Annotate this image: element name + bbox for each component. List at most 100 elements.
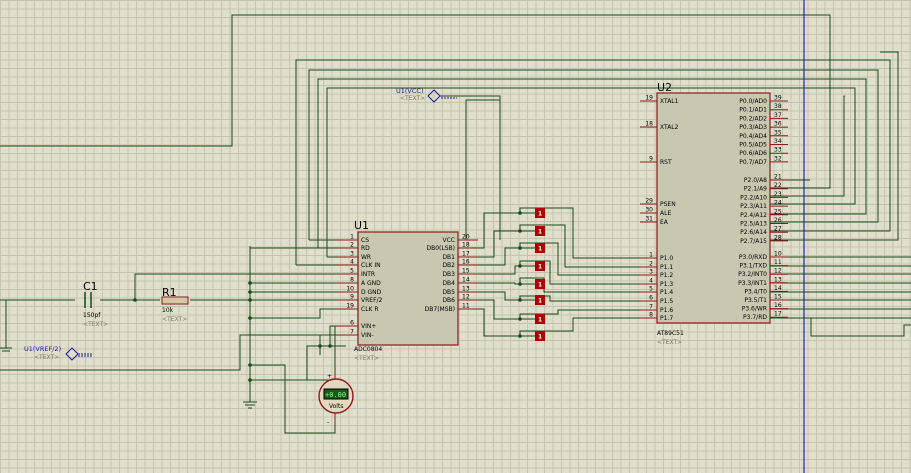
- vref-text: <TEXT>: [34, 354, 59, 361]
- u2-pin-name: P2.5/A13: [740, 221, 767, 228]
- u1-pin-number: 1: [350, 234, 354, 241]
- voltmeter-icon[interactable]: +0.00 Volts + -: [318, 371, 354, 426]
- u2-pin-number: 14: [774, 285, 782, 292]
- logic-probe-state: 1: [538, 246, 542, 253]
- u1-pin-name: VIN-: [361, 332, 374, 339]
- u1-pin-number: 6: [350, 320, 354, 327]
- u1-text: <TEXT>: [354, 355, 379, 362]
- capacitor-c1[interactable]: C1 150pf <TEXT>: [83, 280, 108, 328]
- u1-pin-number: 11: [462, 303, 470, 310]
- u2-pin-name: P0.4/AD4: [739, 133, 767, 140]
- u2-pin-number: 3: [649, 269, 653, 276]
- u1-pin-name: DB2: [442, 262, 455, 269]
- u2-pin-number: 5: [649, 286, 653, 293]
- u1-pin-number: 5: [350, 268, 354, 275]
- schematic-canvas[interactable]: C1 150pf <TEXT> R1 10k <TEXT> U1 ADC0804…: [0, 0, 911, 473]
- ground-icon: [0, 346, 12, 352]
- u1-pin-name: CLK R: [361, 306, 379, 313]
- logic-probes: 1 1 1 1 1 1 1 1: [535, 208, 545, 341]
- u1-pin-name: INTR: [361, 271, 375, 278]
- u2-pin-number: 18: [645, 121, 653, 128]
- u2-pin-name: P1.2: [660, 272, 673, 279]
- u2-pin-number: 32: [774, 155, 782, 162]
- u2-pin-name: P1.5: [660, 298, 673, 305]
- r1-ref: R1: [162, 286, 177, 299]
- u2-pin-name: P2.6/A14: [740, 229, 767, 236]
- u2-pin-number: 39: [774, 95, 782, 102]
- logic-probe-state: 1: [538, 282, 542, 289]
- u2-pin-number: 21: [774, 174, 782, 181]
- u1-pin-number: 16: [462, 259, 470, 266]
- u2-pin-number: 37: [774, 112, 782, 119]
- u2-pin-number: 23: [774, 191, 782, 198]
- u1-ref: U1: [354, 219, 369, 232]
- voltmeter-minus: -: [327, 419, 329, 426]
- u2-pin-number: 16: [774, 302, 782, 309]
- u1-pin-number: 4: [350, 259, 354, 266]
- u1-pin-name: DB6: [442, 297, 455, 304]
- u2-pin-name: P0.7/AD7: [739, 159, 767, 166]
- u2-pin-name: P3.7/RD: [743, 314, 767, 321]
- u2-pin-name: P2.0/A8: [744, 177, 767, 184]
- u2-pin-name: P1.4: [660, 289, 673, 296]
- u2-pin-name: PSEN: [660, 201, 676, 208]
- logic-probe-state: 1: [538, 334, 542, 341]
- u1-pin-name: VREF/2: [361, 297, 383, 304]
- u2-pin-name: P3.1/TXD: [739, 263, 767, 270]
- u1-pin-name: DB0(LSB): [426, 245, 455, 252]
- u2-pin-name: P3.3/INT1: [738, 280, 767, 287]
- u2-pin-number: 33: [774, 147, 782, 154]
- u1-part: ADC0804: [354, 346, 382, 353]
- u1-pin-number: 18: [462, 242, 470, 249]
- vref-terminal[interactable]: U1(VREF/2) <TEXT>: [24, 345, 92, 361]
- u2-pin-name: P1.7: [660, 315, 673, 322]
- u2-pin-name: P0.5/AD5: [739, 142, 767, 149]
- u1-pin-number: 2: [350, 242, 354, 249]
- logic-probe-state: 1: [538, 211, 542, 218]
- u2-pin-number: 6: [649, 295, 653, 302]
- u2-pin-name: P3.6/WR: [742, 306, 767, 313]
- u2-pin-name: P1.3: [660, 281, 673, 288]
- u2-pin-name: P0.3/AD3: [739, 124, 767, 131]
- u2-pin-number: 38: [774, 103, 782, 110]
- r1-value: 10k: [162, 307, 174, 314]
- u2-pin-name: P2.4/A12: [740, 212, 767, 219]
- u2-pin-number: 17: [774, 311, 782, 318]
- vcc-terminal[interactable]: U1(VCC) <TEXT>: [396, 87, 457, 103]
- u2-pin-number: 35: [774, 129, 782, 136]
- schematic-sheet[interactable]: C1 150pf <TEXT> R1 10k <TEXT> U1 ADC0804…: [0, 0, 911, 473]
- u2-pin-name: P1.1: [660, 264, 673, 271]
- u2-pin-number: 30: [645, 207, 653, 214]
- c1-ref: C1: [83, 280, 98, 293]
- u2-pin-name: P2.1/A9: [744, 186, 767, 193]
- u1-pin-name: VIN+: [361, 323, 376, 330]
- adc0804-u1[interactable]: U1 ADC0804 <TEXT> 1 CS 2 RD 3 WR 4 CLK IN 5 INTR 8…: [338, 219, 478, 362]
- at89c51-u2[interactable]: U2 AT89C51 <TEXT> 19 XTAL118 XTAL29 RST29 PS…: [640, 81, 788, 346]
- u2-pin-name: ALE: [660, 210, 671, 217]
- u1-pin-name: RD: [361, 245, 370, 252]
- u2-pin-name: P0.2/AD2: [739, 115, 767, 122]
- u2-pin-name: XTAL2: [660, 124, 679, 131]
- u2-pin-number: 34: [774, 138, 782, 145]
- u1-pin-name: CS: [361, 237, 369, 244]
- u1-pin-number: 17: [462, 251, 470, 258]
- logic-probe-state: 1: [538, 298, 542, 305]
- resistor-r1[interactable]: R1 10k <TEXT>: [161, 286, 189, 323]
- u2-pin-number: 19: [645, 95, 653, 102]
- u1-pin-number: 20: [462, 234, 470, 241]
- u2-pin-number: 12: [774, 268, 782, 275]
- u2-pin-number: 31: [645, 216, 653, 223]
- u2-pin-name: P0.6/AD6: [739, 150, 767, 157]
- u1-pin-number: 12: [462, 294, 470, 301]
- logic-probe-state: 1: [538, 229, 542, 236]
- u2-pin-number: 29: [645, 198, 653, 205]
- u1-pin-number: 19: [346, 303, 354, 310]
- u2-pin-number: 27: [774, 226, 782, 233]
- u2-pin-name: RST: [660, 159, 672, 166]
- u2-pin-name: P3.0/RXD: [739, 254, 767, 261]
- u1-pin-name: VCC: [443, 237, 455, 244]
- u2-pin-number: 36: [774, 121, 782, 128]
- u1-pin-name: DB1: [442, 254, 455, 261]
- voltmeter-plus: +: [327, 373, 332, 380]
- u1-pin-name: D GND: [361, 289, 382, 296]
